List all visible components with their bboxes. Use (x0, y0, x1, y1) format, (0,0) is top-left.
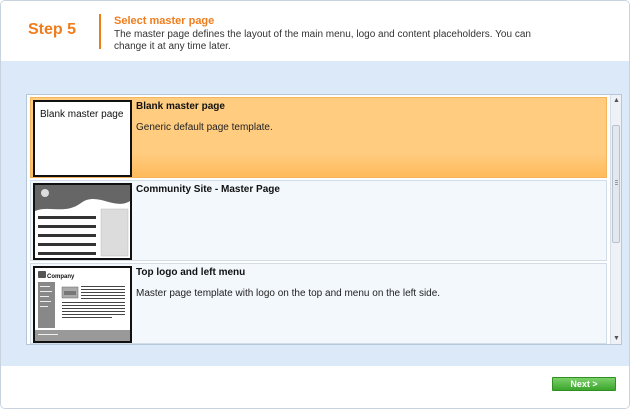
step-description: The master page defines the layout of th… (114, 29, 531, 52)
scroll-down-arrow-icon[interactable]: ▼ (611, 333, 621, 344)
step-title: Select master page (114, 15, 215, 27)
community-template-thumbnail (33, 183, 132, 260)
header-divider (99, 14, 101, 49)
list-item-top-logo-left-menu[interactable]: Company Top logo and left menu Master pa… (30, 263, 607, 344)
wizard-header: Step 5 Select master page The master pag… (1, 1, 629, 61)
template-description: Master page template with logo on the to… (136, 288, 441, 299)
top-logo-layout-icon: Company (35, 268, 130, 341)
list-item-community-site[interactable]: Community Site - Master Page (30, 180, 607, 261)
template-name: Community Site - Master Page (136, 184, 280, 195)
thumbnail-brand: Company (47, 274, 75, 280)
template-name: Blank master page (136, 101, 225, 112)
list-scrollbar[interactable]: ▲ ▼ (610, 95, 621, 344)
template-name: Top logo and left menu (136, 267, 246, 278)
blank-template-thumbnail: Blank master page (33, 100, 132, 177)
list-item-blank-master-page[interactable]: Blank master page Blank master page Gene… (30, 97, 607, 178)
grip-icon (615, 180, 618, 181)
step-label: Step 5 (28, 21, 77, 38)
template-description: Generic default page template. (136, 122, 273, 133)
community-layout-icon (35, 185, 130, 258)
thumbnail-label: Blank master page (40, 109, 124, 120)
scrollbar-thumb[interactable] (612, 125, 620, 243)
scroll-up-arrow-icon[interactable]: ▲ (611, 95, 621, 106)
content-area: Blank master page Blank master page Gene… (1, 61, 629, 366)
master-page-list[interactable]: Blank master page Blank master page Gene… (26, 94, 622, 345)
top-logo-template-thumbnail: Company (33, 266, 132, 343)
next-button[interactable]: Next > (552, 377, 616, 391)
wizard-footer: Next > (1, 366, 629, 408)
wizard-window: Step 5 Select master page The master pag… (0, 0, 630, 409)
